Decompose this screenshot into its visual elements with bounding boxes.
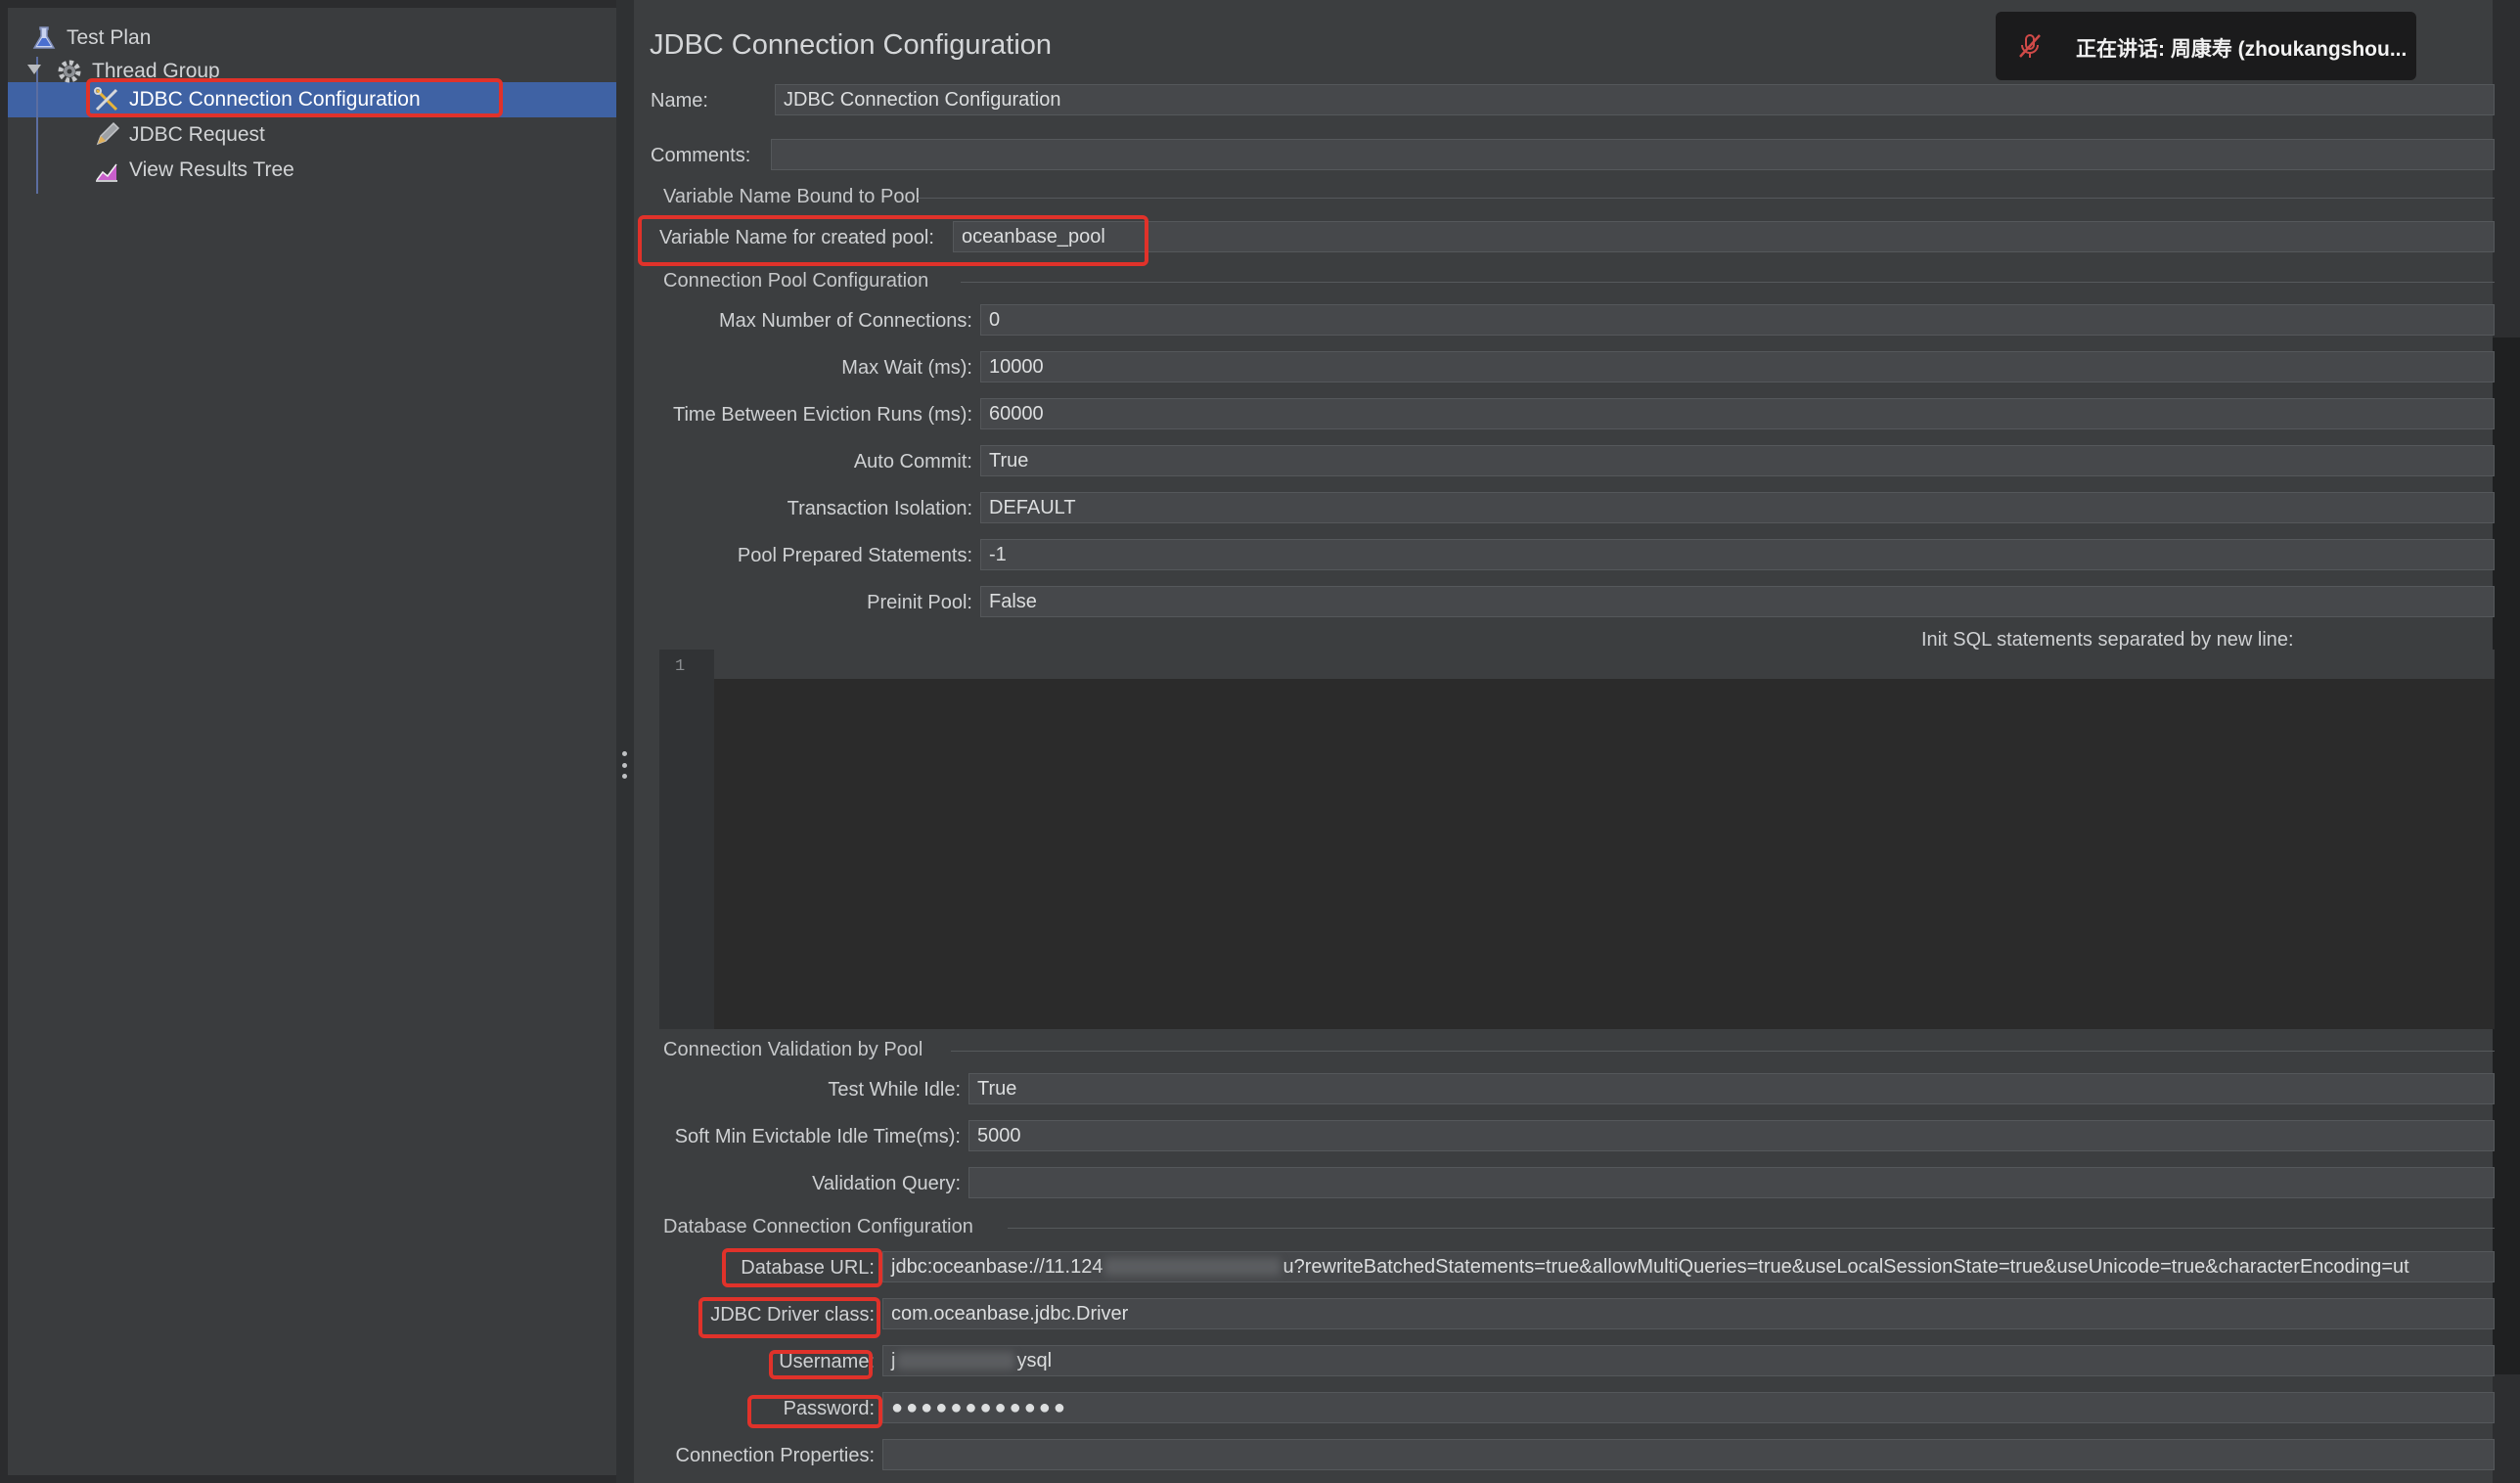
gear-icon [55, 57, 84, 86]
redacted-username [897, 1352, 1015, 1370]
section-divider [961, 282, 2495, 283]
soft-min-idle-field[interactable]: 5000 [968, 1120, 2495, 1151]
window-edge-dark [2493, 337, 2520, 1374]
highlight-database-url [722, 1248, 882, 1287]
name-label: Name: [651, 90, 708, 112]
init-sql-header [714, 650, 2495, 679]
chevron-down-icon[interactable] [27, 65, 41, 74]
editor-gutter [659, 650, 714, 1029]
init-sql-editor[interactable] [659, 650, 2495, 1029]
prepared-statements-label: Pool Prepared Statements: [737, 545, 972, 566]
comments-label: Comments: [651, 145, 751, 166]
test-while-idle-label: Test While Idle: [828, 1079, 961, 1101]
tree-item-jdbc-request[interactable]: JDBC Request [92, 118, 265, 152]
panel-splitter[interactable] [616, 0, 634, 1483]
database-url-field[interactable]: jdbc:oceanbase://11.124 u?rewriteBatched… [882, 1251, 2495, 1282]
highlight-pool-variable [638, 215, 1148, 266]
test-while-idle-select[interactable]: True [968, 1073, 2495, 1104]
max-wait-field[interactable]: 10000 [980, 351, 2495, 382]
prepared-statements-field[interactable]: -1 [980, 539, 2495, 570]
db-config-title: Database Connection Configuration [663, 1216, 973, 1237]
validation-section-title: Connection Validation by Pool [663, 1039, 923, 1060]
max-wait-label: Max Wait (ms): [841, 357, 972, 379]
flask-icon [29, 23, 59, 53]
max-connections-label: Max Number of Connections: [718, 310, 972, 332]
redacted-host [1104, 1258, 1282, 1276]
speaking-notification: 正在讲话: 周康寿 (zhoukangshou... [1996, 12, 2416, 80]
section-divider [951, 1051, 2495, 1052]
soft-min-idle-label: Soft Min Evictable Idle Time(ms): [674, 1126, 961, 1147]
preinit-pool-select[interactable]: False [980, 586, 2495, 617]
section-divider [918, 198, 2495, 199]
highlight-driver-class [698, 1297, 880, 1338]
preinit-pool-label: Preinit Pool: [867, 592, 972, 613]
pool-variable-field[interactable]: oceanbase_pool [953, 221, 2495, 252]
username-field[interactable]: j ysql [882, 1345, 2495, 1376]
auto-commit-select[interactable]: True [980, 445, 2495, 476]
test-plan-tree: Test Plan Thread Group JDBC Connection C… [8, 8, 616, 1475]
comments-field[interactable] [771, 139, 2495, 170]
connection-properties-field[interactable] [882, 1439, 2495, 1470]
highlight-username [769, 1350, 873, 1379]
transaction-isolation-label: Transaction Isolation: [787, 498, 972, 519]
tree-item-label: JDBC Request [129, 123, 265, 146]
auto-commit-label: Auto Commit: [853, 451, 972, 472]
splitter-grip-icon[interactable] [622, 751, 627, 779]
transaction-isolation-select[interactable]: DEFAULT [980, 492, 2495, 523]
pool-config-title: Connection Pool Configuration [663, 270, 929, 292]
database-url-suffix: u?rewriteBatchedStatements=true&allowMul… [1282, 1255, 2409, 1278]
notification-text: 正在讲话: 周康寿 (zhoukangshou... [2076, 38, 2408, 61]
password-field[interactable]: ●●●●●●●●●●●● [882, 1392, 2495, 1423]
page-title: JDBC Connection Configuration [650, 29, 1053, 61]
name-field[interactable]: JDBC Connection Configuration [775, 84, 2495, 115]
username-suffix: ysql [1016, 1349, 1053, 1371]
eviction-runs-field[interactable]: 60000 [980, 398, 2495, 429]
driver-class-field[interactable]: com.oceanbase.jdbc.Driver [882, 1298, 2495, 1329]
editor-line-number: 1 [675, 657, 686, 676]
max-connections-field[interactable]: 0 [980, 304, 2495, 336]
database-url-prefix: jdbc:oceanbase://11.124 [891, 1255, 1103, 1278]
variable-section-title: Variable Name Bound to Pool [663, 186, 921, 207]
eviction-runs-label: Time Between Eviction Runs (ms): [672, 404, 972, 426]
validation-query-label: Validation Query: [812, 1173, 961, 1194]
validation-query-field[interactable] [968, 1167, 2495, 1198]
username-prefix: j [891, 1349, 896, 1371]
microphone-muted-icon [2015, 31, 2045, 66]
tree-item-label: Test Plan [67, 26, 152, 49]
highlight-password [747, 1395, 882, 1428]
tree-item-view-results-tree[interactable]: View Results Tree [92, 154, 294, 187]
init-sql-label: Init SQL statements separated by new lin… [1921, 629, 2294, 651]
tree-item-label: View Results Tree [129, 158, 294, 181]
tree-item-test-plan[interactable]: Test Plan [29, 22, 151, 55]
chart-icon [92, 156, 121, 185]
pencil-icon [92, 120, 121, 150]
highlight-selected-tree-item [86, 78, 503, 117]
connection-properties-label: Connection Properties: [675, 1445, 875, 1466]
section-divider [1008, 1228, 2495, 1229]
